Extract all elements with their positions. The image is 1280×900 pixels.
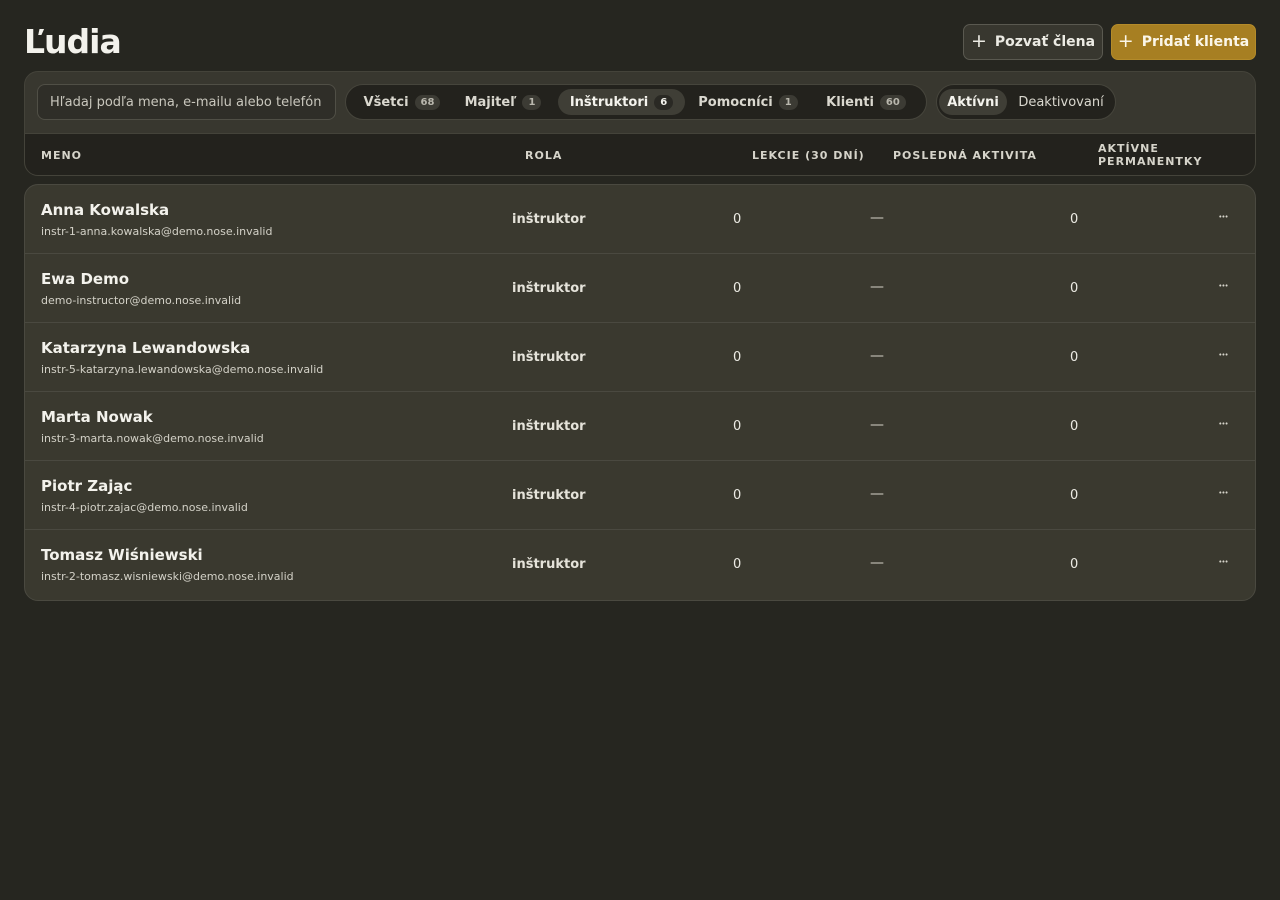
person-email: instr-5-katarzyna.lewandowska@demo.nose.… [41, 363, 324, 376]
person-role: inštruktor [512, 350, 586, 365]
table-row[interactable]: Marta Nowak instr-3-marta.nowak@demo.nos… [25, 392, 1255, 461]
role-filter-group: Všetci 68 Majiteľ 1 Inštruktori 6 Pomocn… [345, 84, 927, 120]
status-filter-label: Aktívni [947, 94, 999, 110]
person-email: instr-3-marta.nowak@demo.nose.invalid [41, 432, 264, 445]
person-name: Anna Kowalska [41, 201, 170, 219]
lessons-count: 0 [733, 419, 742, 434]
person-role: inštruktor [512, 212, 586, 227]
role-filter-clients[interactable]: Klienti 60 [816, 89, 916, 115]
role-filter-count: 1 [522, 94, 542, 110]
role-filter-count: 68 [414, 94, 441, 110]
person-email: instr-1-anna.kowalska@demo.nose.invalid [41, 225, 273, 238]
person-role: inštruktor [512, 419, 586, 434]
status-filter-group: Aktívni Deaktivovaní [936, 84, 1116, 120]
role-filter-count: 60 [879, 94, 906, 110]
more-horizontal-icon[interactable]: ••• [1213, 552, 1233, 572]
column-header-activity[interactable]: POSLEDNÁ AKTIVITA [893, 149, 1037, 162]
column-header-passes[interactable]: AKTÍVNE PERMANENTKY [1098, 142, 1218, 168]
person-role: inštruktor [512, 557, 586, 572]
active-passes-count: 0 [1070, 350, 1079, 365]
table-row[interactable]: Ewa Demo demo-instructor@demo.nose.inval… [25, 254, 1255, 323]
role-filter-instructors[interactable]: Inštruktori 6 [558, 89, 685, 115]
more-horizontal-icon[interactable]: ••• [1213, 276, 1233, 296]
lessons-count: 0 [733, 281, 742, 296]
status-filter-label: Deaktivovaní [1018, 94, 1104, 110]
person-role: inštruktor [512, 281, 586, 296]
role-filter-helpers[interactable]: Pomocníci 1 [692, 89, 804, 115]
role-filter-label: Inštruktori [569, 94, 649, 110]
role-filter-label: Klienti [826, 94, 874, 110]
status-filter-active[interactable]: Aktívni [939, 89, 1007, 115]
person-role: inštruktor [512, 488, 586, 503]
active-passes-count: 0 [1070, 419, 1079, 434]
plus-icon: + [1117, 29, 1134, 52]
last-activity: — [870, 210, 884, 226]
more-horizontal-icon[interactable]: ••• [1213, 483, 1233, 503]
add-client-button[interactable]: + Pridať klienta [1111, 24, 1256, 60]
active-passes-count: 0 [1070, 557, 1079, 572]
person-email: instr-4-piotr.zajac@demo.nose.invalid [41, 501, 248, 514]
plus-icon: + [970, 29, 987, 52]
column-header-name[interactable]: MENO [41, 149, 82, 162]
active-passes-count: 0 [1070, 281, 1079, 296]
role-filter-owner[interactable]: Majiteľ 1 [458, 89, 548, 115]
more-horizontal-icon[interactable]: ••• [1213, 345, 1233, 365]
role-filter-label: Pomocníci [698, 94, 773, 110]
invite-member-button[interactable]: + Pozvať člena [963, 24, 1103, 60]
person-name: Tomasz Wiśniewski [41, 546, 203, 564]
table-row[interactable]: Piotr Zając instr-4-piotr.zajac@demo.nos… [25, 461, 1255, 530]
last-activity: — [870, 486, 884, 502]
status-filter-deactivated[interactable]: Deaktivovaní [1011, 89, 1111, 115]
table-row[interactable]: Anna Kowalska instr-1-anna.kowalska@demo… [25, 185, 1255, 254]
person-name: Piotr Zając [41, 477, 133, 495]
lessons-count: 0 [733, 212, 742, 227]
more-horizontal-icon[interactable]: ••• [1213, 414, 1233, 434]
table-row[interactable]: Tomasz Wiśniewski instr-2-tomasz.wisniew… [25, 530, 1255, 600]
person-email: demo-instructor@demo.nose.invalid [41, 294, 242, 307]
active-passes-count: 0 [1070, 212, 1079, 227]
role-filter-label: Majiteľ [464, 94, 517, 110]
role-filter-count: 6 [654, 94, 674, 110]
people-table: Anna Kowalska instr-1-anna.kowalska@demo… [24, 184, 1256, 601]
column-header-lessons[interactable]: LEKCIE (30 DNÍ) [752, 149, 865, 162]
filter-panel: Všetci 68 Majiteľ 1 Inštruktori 6 Pomocn… [24, 71, 1256, 176]
table-header: MENO ROLA LEKCIE (30 DNÍ) POSLEDNÁ AKTIV… [25, 133, 1255, 175]
lessons-count: 0 [733, 488, 742, 503]
role-filter-count: 1 [778, 94, 798, 110]
page-title: Ľudia [24, 22, 122, 61]
last-activity: — [870, 555, 884, 571]
role-filter-all[interactable]: Všetci 68 [350, 89, 454, 115]
people-page: Ľudia + Pozvať člena + Pridať klienta Vš… [0, 0, 1280, 900]
column-header-role[interactable]: ROLA [525, 149, 562, 162]
person-name: Ewa Demo [41, 270, 130, 288]
last-activity: — [870, 279, 884, 295]
active-passes-count: 0 [1070, 488, 1079, 503]
invite-member-label: Pozvať člena [994, 34, 1096, 50]
person-email: instr-2-tomasz.wisniewski@demo.nose.inva… [41, 570, 294, 583]
add-client-label: Pridať klienta [1141, 34, 1250, 50]
role-filter-label: Všetci [363, 94, 409, 110]
person-name: Marta Nowak [41, 408, 153, 426]
more-horizontal-icon[interactable]: ••• [1213, 207, 1233, 227]
person-name: Katarzyna Lewandowska [41, 339, 251, 357]
last-activity: — [870, 417, 884, 433]
last-activity: — [870, 348, 884, 364]
lessons-count: 0 [733, 350, 742, 365]
search-input[interactable] [37, 84, 336, 120]
lessons-count: 0 [733, 557, 742, 572]
table-row[interactable]: Katarzyna Lewandowska instr-5-katarzyna.… [25, 323, 1255, 392]
